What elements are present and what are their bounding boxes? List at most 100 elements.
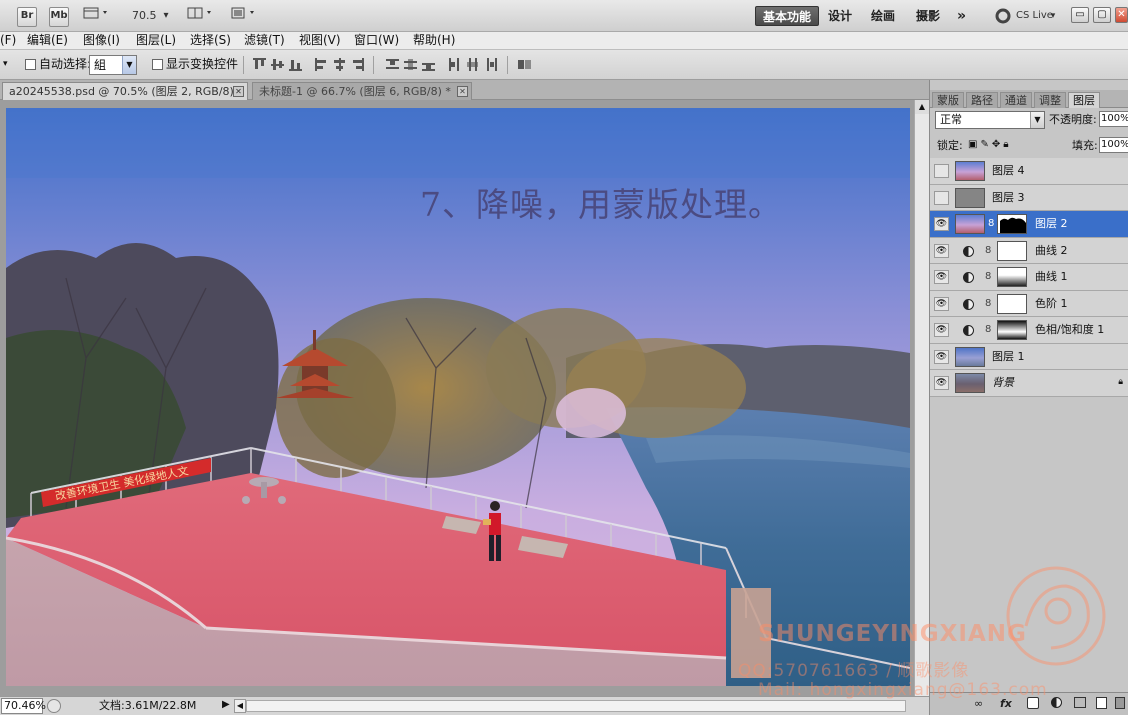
layer-row[interactable]: 👁︎ 8 曲线 1 — [930, 264, 1128, 291]
restore-button[interactable]: ▢ — [1093, 7, 1111, 23]
align-right-icon[interactable] — [351, 58, 364, 71]
layer-row[interactable]: 👁︎ 8 色阶 1 — [930, 290, 1128, 317]
distribute-horizontal-center-icon[interactable] — [466, 58, 479, 71]
opacity-field[interactable]: 100% — [1099, 111, 1128, 127]
add-mask-icon[interactable] — [1027, 697, 1039, 709]
cs-live-dropdown-icon[interactable]: ▾ — [1049, 6, 1057, 26]
visibility-toggle[interactable] — [934, 190, 949, 205]
distribute-top-icon[interactable] — [386, 58, 399, 71]
blend-mode-select[interactable]: 正常 ▼ — [935, 111, 1045, 129]
screen-mode-icon[interactable] — [229, 6, 259, 26]
zoom-level-field[interactable]: 70.5 — [132, 6, 157, 26]
more-workspaces-icon[interactable]: » — [950, 6, 973, 26]
chain-link-icon[interactable]: 8 — [985, 271, 991, 282]
tab-masks[interactable]: 蒙版 — [932, 92, 964, 108]
tab-untitled-1[interactable]: 未标题-1 @ 66.7% (图层 6, RGB/8) * ✕ — [252, 82, 472, 100]
eye-icon[interactable]: 👁︎ — [934, 217, 949, 231]
layer-style-icon[interactable]: fx — [1000, 697, 1012, 710]
tab-layers[interactable]: 图层 — [1068, 92, 1100, 108]
eye-icon[interactable]: 👁︎ — [934, 376, 949, 390]
scroll-left-icon[interactable]: ◀ — [234, 699, 246, 713]
layer-mask-thumbnail[interactable] — [997, 214, 1027, 234]
align-bottom-icon[interactable] — [289, 58, 302, 71]
align-horizontal-center-icon[interactable] — [333, 58, 346, 71]
link-layers-icon[interactable]: ∞ — [974, 697, 983, 710]
document-canvas-area[interactable]: 改善环境卫生 美化绿地人文 7、降噪，用蒙版处理。 ▲ — [0, 100, 929, 696]
menu-filter[interactable]: 滤镜(T) — [244, 32, 285, 49]
menu-image[interactable]: 图像(I) — [83, 32, 120, 49]
cs-live-icon[interactable] — [995, 6, 1011, 26]
zoom-dropdown-icon[interactable]: ▾ — [160, 6, 172, 26]
align-left-icon[interactable] — [315, 58, 328, 71]
new-adjustment-layer-icon[interactable] — [1051, 697, 1062, 708]
layer-mask-thumbnail[interactable] — [997, 293, 1027, 314]
align-vertical-center-icon[interactable] — [271, 58, 284, 71]
layer-row-selected[interactable]: 👁︎ 8 图层 2 — [930, 211, 1128, 238]
photo-canvas[interactable]: 改善环境卫生 美化绿地人文 7、降噪，用蒙版处理。 — [6, 108, 910, 686]
mini-bridge-button[interactable]: Mb — [49, 7, 69, 27]
horizontal-scrollbar[interactable] — [246, 700, 906, 712]
workspace-painting[interactable]: 绘画 — [864, 6, 902, 26]
close-icon[interactable]: ✕ — [233, 86, 244, 97]
lock-position-icon[interactable]: ✥ — [992, 139, 1003, 150]
status-menu-arrow-icon[interactable]: ▶ — [222, 699, 230, 710]
layer-row[interactable]: 👁︎ 背景 🔒︎ — [930, 370, 1128, 397]
menu-window[interactable]: 窗口(W) — [354, 32, 399, 49]
layer-mask-thumbnail[interactable] — [997, 240, 1027, 261]
auto-align-layers-icon[interactable] — [518, 58, 531, 71]
distribute-right-icon[interactable] — [484, 58, 497, 71]
layer-row[interactable]: 👁︎ 图层 1 — [930, 343, 1128, 370]
lock-all-icon[interactable]: 🔒︎ — [1003, 139, 1011, 150]
eye-icon[interactable]: 👁︎ — [934, 296, 949, 311]
chain-link-icon[interactable]: 8 — [985, 324, 991, 335]
align-top-icon[interactable] — [253, 58, 266, 71]
new-layer-icon[interactable] — [1096, 697, 1107, 709]
eye-icon[interactable]: 👁︎ — [934, 270, 949, 284]
chain-link-icon[interactable]: 8 — [988, 218, 994, 229]
menu-file[interactable]: (F) — [0, 32, 16, 49]
distribute-bottom-icon[interactable] — [422, 58, 435, 71]
menu-view[interactable]: 视图(V) — [299, 32, 341, 49]
menu-select[interactable]: 选择(S) — [190, 32, 231, 49]
tab-a20245538[interactable]: a20245538.psd @ 70.5% (图层 2, RGB/8) * ✕ — [2, 82, 248, 100]
new-group-icon[interactable] — [1074, 697, 1086, 708]
auto-select-checkbox[interactable] — [25, 59, 36, 70]
tab-adjustments[interactable]: 调整 — [1034, 92, 1066, 108]
layer-row[interactable]: 图层 3 — [930, 184, 1128, 211]
lock-transparent-icon[interactable]: ▣ — [968, 139, 980, 150]
layer-mask-thumbnail[interactable] — [997, 267, 1027, 287]
menu-help[interactable]: 帮助(H) — [413, 32, 455, 49]
visibility-toggle[interactable] — [934, 164, 949, 178]
vertical-scrollbar[interactable]: ▲ — [914, 100, 929, 696]
workspace-essentials[interactable]: 基本功能 — [755, 6, 820, 26]
arrange-documents-icon[interactable] — [186, 6, 216, 26]
close-button[interactable]: ✕ — [1115, 7, 1128, 23]
show-transform-checkbox[interactable] — [152, 59, 163, 70]
distribute-vertical-center-icon[interactable] — [404, 58, 417, 71]
trash-icon[interactable] — [1115, 697, 1125, 709]
chain-link-icon[interactable]: 8 — [985, 298, 991, 309]
lock-paint-icon[interactable]: ✎ — [980, 139, 991, 150]
eye-icon[interactable]: 👁︎ — [934, 323, 949, 337]
auto-select-target-select[interactable]: 組 ▼ — [89, 55, 137, 75]
view-extras-icon[interactable] — [82, 6, 112, 26]
tool-preset-dropdown-icon[interactable]: ▾ — [3, 59, 8, 69]
bridge-button[interactable]: Br — [17, 7, 37, 27]
menu-edit[interactable]: 编辑(E) — [27, 32, 68, 49]
layer-row[interactable]: 👁︎ 8 色相/饱和度 1 — [930, 317, 1128, 344]
layer-mask-thumbnail[interactable] — [997, 320, 1027, 340]
scroll-up-icon[interactable]: ▲ — [915, 100, 929, 114]
fill-field[interactable]: 100% — [1099, 137, 1128, 153]
eye-icon[interactable]: 👁︎ — [934, 243, 949, 258]
eye-icon[interactable]: 👁︎ — [934, 349, 949, 364]
zoom-percent-field[interactable]: 70.46% — [1, 698, 46, 714]
layer-row[interactable]: 👁︎ 8 曲线 2 — [930, 237, 1128, 264]
tab-paths[interactable]: 路径 — [966, 92, 998, 108]
chain-link-icon[interactable]: 8 — [985, 245, 991, 256]
workspace-design[interactable]: 设计 — [821, 6, 859, 26]
layer-row[interactable]: 图层 4 — [930, 158, 1128, 185]
status-info-icon[interactable] — [47, 699, 61, 713]
menu-layer[interactable]: 图层(L) — [136, 32, 176, 49]
close-icon[interactable]: ✕ — [457, 86, 468, 97]
workspace-photography[interactable]: 摄影 — [909, 6, 947, 26]
